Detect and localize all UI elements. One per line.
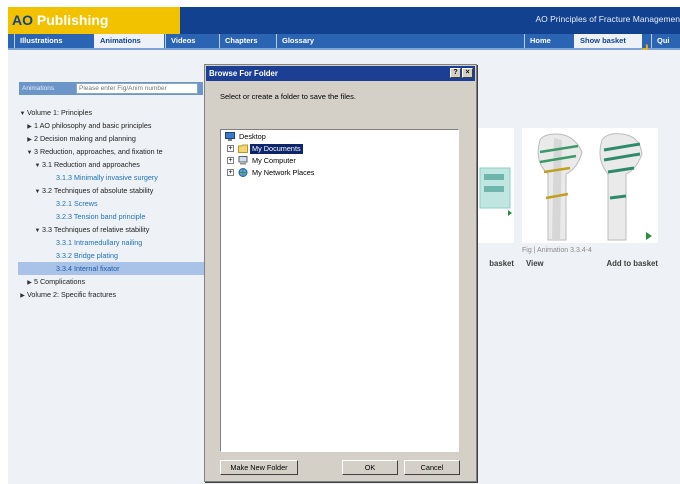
logo-prefix: AO <box>12 12 33 28</box>
tab-animations[interactable]: Animations <box>94 34 164 48</box>
tree-item-label: 3.1 Reduction and approaches <box>42 160 140 169</box>
tab-glossary[interactable]: Glossary <box>276 34 314 48</box>
add-to-basket-link[interactable]: Add to basket <box>606 258 658 269</box>
tree-item-label: 3.3.4 Internal fixator <box>56 264 120 273</box>
tree-item-3-1-3[interactable]: 3.1.3 Minimally invasive surgery <box>18 171 204 184</box>
desktop-icon <box>225 132 235 141</box>
computer-icon <box>238 156 248 165</box>
card-caption: Fig | Animation 3.3.4-4 <box>522 247 592 254</box>
app-title: AO Principles of Fracture Managemen <box>535 14 680 24</box>
tree-item-section-3-3[interactable]: ▼ 3.3 Techniques of relative stability <box>18 223 204 236</box>
tab-home[interactable]: Home <box>524 34 551 48</box>
folder-label: My Documents <box>250 144 303 154</box>
chevron-down-icon[interactable]: ▼ <box>33 225 42 236</box>
tree-item-label: Volume 2: Specific fractures <box>27 290 117 299</box>
tree-item-label: 2 Decision making and planning <box>34 134 136 143</box>
add-to-basket-link[interactable]: basket <box>489 258 514 269</box>
folder-label: Desktop <box>239 132 266 141</box>
tab-quiz[interactable]: Qui <box>651 34 670 48</box>
folder-label: My Computer <box>252 156 296 165</box>
tree-item-3-3-4[interactable]: 3.3.4 Internal fixator <box>18 262 204 275</box>
cancel-button[interactable]: Cancel <box>404 460 460 475</box>
app-header: AO Publishing AO Principles of Fracture … <box>8 7 680 34</box>
tab-illustrations[interactable]: Illustrations <box>14 34 63 48</box>
nav-bar: Illustrations Animations Videos Chapters… <box>8 34 680 48</box>
expand-icon[interactable]: + <box>227 169 234 176</box>
tree-item-3-3-2[interactable]: 3.3.2 Bridge plating <box>18 249 204 262</box>
tab-chapters[interactable]: Chapters <box>219 34 258 48</box>
network-icon <box>238 168 248 177</box>
tree-item-label: 3.2.1 Screws <box>56 199 98 208</box>
tree-item-volume-2[interactable]: ▶ Volume 2: Specific fractures <box>18 288 204 301</box>
tree-item-3-2-1[interactable]: 3.2.1 Screws <box>18 197 204 210</box>
logo[interactable]: AO Publishing <box>8 7 180 34</box>
make-new-folder-button[interactable]: Make New Folder <box>220 460 298 475</box>
browse-folder-dialog: Browse For Folder ? × Select or create a… <box>204 64 477 482</box>
folder-label: My Network Places <box>252 168 315 177</box>
folder-item-desktop[interactable]: Desktop <box>225 132 445 142</box>
folder-item-my-network-places[interactable]: + My Network Places <box>227 168 447 178</box>
chapter-tree: ▼ Volume 1: Principles ▶ 1 AO philosophy a… <box>18 106 204 301</box>
folder-icon <box>238 144 248 153</box>
ok-button[interactable]: OK <box>342 460 398 475</box>
tree-item-label: 1 AO philosophy and basic principles <box>34 121 152 130</box>
tree-item-chapter-1[interactable]: ▶ 1 AO philosophy and basic principles <box>18 119 204 132</box>
expand-icon[interactable]: + <box>227 157 234 164</box>
search-bar: Animations <box>19 82 203 95</box>
dialog-titlebar[interactable]: Browse For Folder ? × <box>206 66 475 81</box>
tree-item-label: 3.2.3 Tension band principle <box>56 212 146 221</box>
card-thumbnail[interactable] <box>522 128 658 243</box>
chevron-down-icon[interactable]: ▼ <box>18 108 27 119</box>
app-window: AO Publishing AO Principles of Fracture … <box>0 0 680 484</box>
tree-item-label: Volume 1: Principles <box>27 108 93 117</box>
dialog-title: Browse For Folder <box>209 69 278 78</box>
implant-thumbnail <box>537 133 652 241</box>
expand-icon[interactable]: + <box>227 145 234 152</box>
chevron-right-icon[interactable]: ▶ <box>25 134 34 145</box>
tree-item-section-3-2[interactable]: ▼ 3.2 Techniques of absolute stability <box>18 184 204 197</box>
chevron-right-icon[interactable]: ▶ <box>18 290 27 301</box>
view-link[interactable]: View <box>526 258 544 269</box>
animation-card: Fig | Animation 3.3.4-4 View Add to bask… <box>522 120 658 270</box>
tab-videos[interactable]: Videos <box>165 34 195 48</box>
tree-item-section-3-1[interactable]: ▼ 3.1 Reduction and approaches <box>18 158 204 171</box>
chevron-down-icon[interactable]: ▼ <box>25 147 34 158</box>
search-label: Animations <box>22 85 55 92</box>
tree-item-3-2-3[interactable]: 3.2.3 Tension band principle <box>18 210 204 223</box>
help-button[interactable]: ? <box>450 68 461 78</box>
folder-item-my-computer[interactable]: + My Computer <box>227 156 447 166</box>
logo-name: Publishing <box>36 12 109 28</box>
tree-item-label: 5 Complications <box>34 277 86 286</box>
tree-item-label: 3.2 Techniques of absolute stability <box>42 186 154 195</box>
folder-tree: Desktop + My Documents + My Computer + M… <box>220 129 459 452</box>
chevron-down-icon[interactable]: ▼ <box>33 160 42 171</box>
tree-item-label: 3.3.2 Bridge plating <box>56 251 118 260</box>
close-button[interactable]: × <box>462 68 473 78</box>
tree-item-label: 3 Reduction, approaches, and fixation te <box>34 147 163 156</box>
show-basket-button[interactable]: Show basket <box>574 34 642 48</box>
folder-item-my-documents[interactable]: + My Documents <box>227 144 447 154</box>
dialog-instruction: Select or create a folder to save the fi… <box>220 92 356 101</box>
tree-item-chapter-3[interactable]: ▼ 3 Reduction, approaches, and fixation t… <box>18 145 204 158</box>
tree-item-chapter-5[interactable]: ▶ 5 Complications <box>18 275 204 288</box>
chevron-down-icon[interactable]: ▼ <box>33 186 42 197</box>
tree-item-label: 3.3 Techniques of relative stability <box>42 225 150 234</box>
tree-item-3-3-1[interactable]: 3.3.1 Intramedullary nailing <box>18 236 204 249</box>
tree-item-label: 3.3.1 Intramedullary nailing <box>56 238 143 247</box>
chevron-right-icon[interactable]: ▶ <box>25 277 34 288</box>
search-input[interactable] <box>76 83 198 94</box>
chevron-right-icon[interactable]: ▶ <box>25 121 34 132</box>
tree-item-label: 3.1.3 Minimally invasive surgery <box>56 173 158 182</box>
tree-item-volume-1[interactable]: ▼ Volume 1: Principles <box>18 106 204 119</box>
tree-item-chapter-2[interactable]: ▶ 2 Decision making and planning <box>18 132 204 145</box>
